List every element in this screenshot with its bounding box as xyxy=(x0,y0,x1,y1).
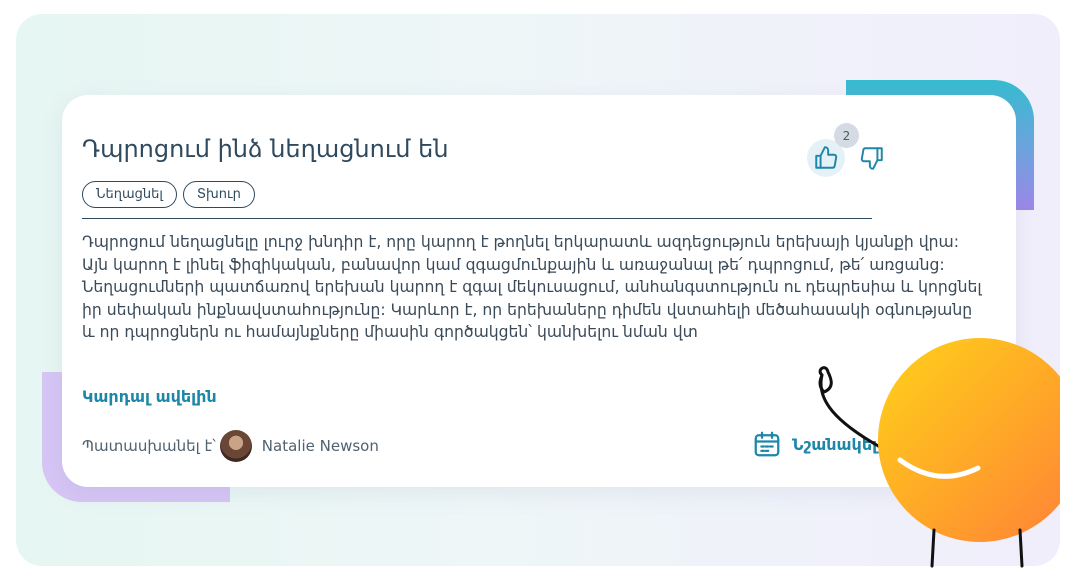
avatar[interactable] xyxy=(219,430,252,462)
question-title: Դպրոցում ինձ նեղացնում են xyxy=(82,135,449,163)
tag-list: Նեղացնել Տխուր xyxy=(82,181,255,208)
divider xyxy=(82,218,872,219)
calendar-icon xyxy=(754,431,780,457)
answered-by-label: Պատասխանել է՝ xyxy=(82,437,216,455)
answerer-name[interactable]: Natalie Newson xyxy=(262,437,379,455)
dislike-button[interactable] xyxy=(857,143,887,173)
thumbs-up-icon xyxy=(815,146,838,169)
read-more-link[interactable]: Կարդալ ավելին xyxy=(82,387,217,406)
tag-chip[interactable]: Տխուր xyxy=(182,181,255,208)
answered-by: Պատասխանել է՝ Natalie Newson xyxy=(82,430,379,462)
like-count-badge: 2 xyxy=(834,123,859,148)
mascot-character xyxy=(818,338,1060,568)
tag-chip[interactable]: Նեղացնել xyxy=(82,181,177,208)
thumbs-down-icon xyxy=(860,147,883,170)
